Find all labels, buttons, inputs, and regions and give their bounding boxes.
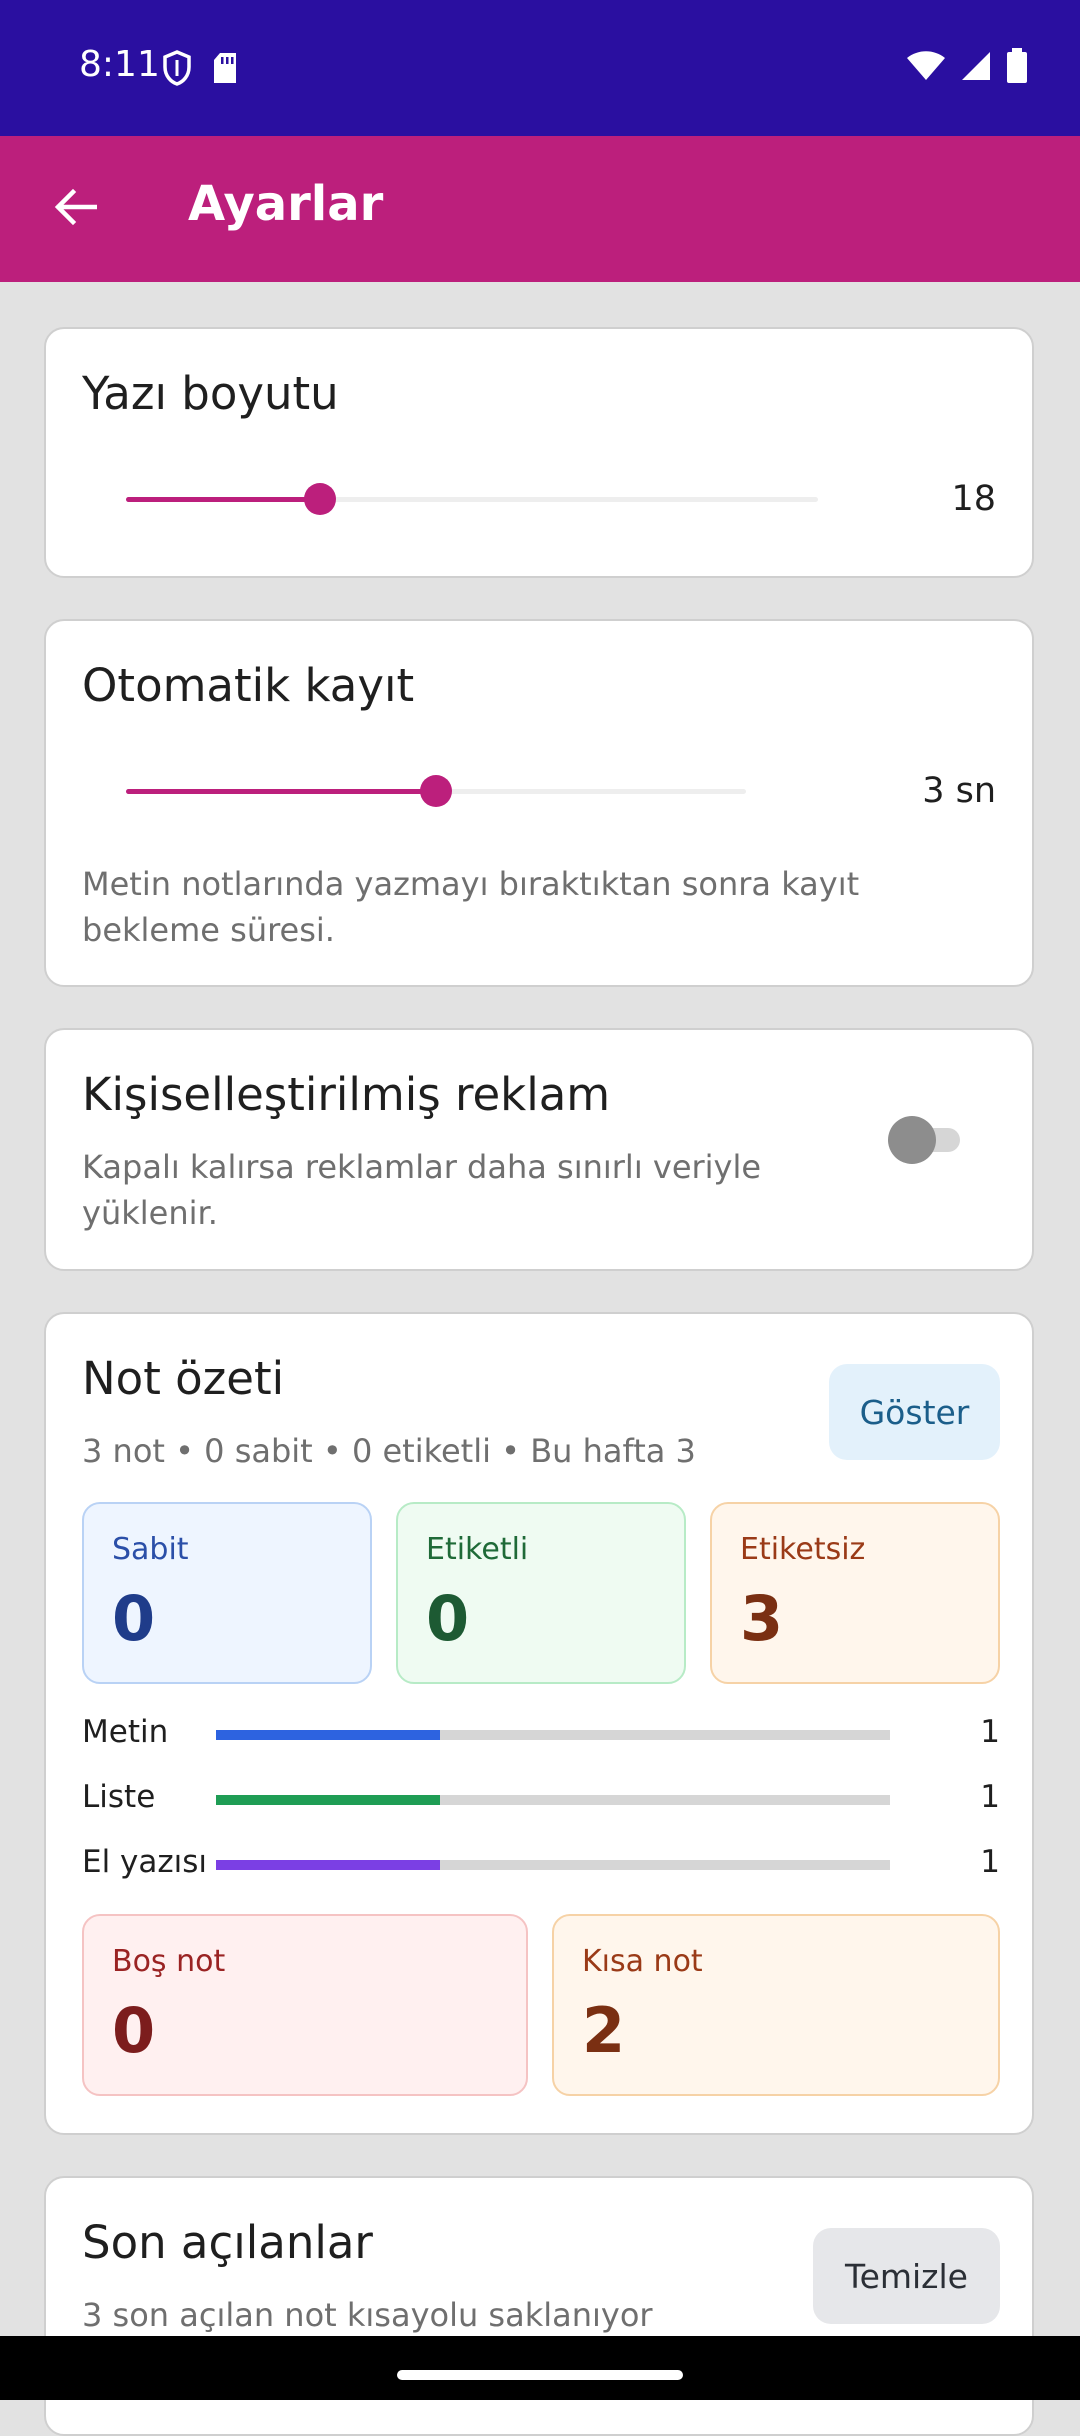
font-size-value: 18 — [951, 479, 996, 519]
stat-value: 0 — [112, 1994, 156, 2067]
autosave-help-text: Metin notlarında yazmayı bıraktıktan son… — [82, 865, 860, 949]
app-bar: Ayarlar — [0, 136, 1080, 282]
note-summary-subtitle: 3 not • 0 sabit • 0 etiketli • Bu hafta … — [82, 1432, 696, 1470]
bar-fill — [216, 1730, 441, 1740]
autosave-card: Otomatik kayıt 3 sn Metin notlarında yaz… — [44, 619, 1034, 987]
slider-thumb[interactable] — [303, 483, 336, 515]
sd-card-icon — [212, 52, 238, 88]
wifi-icon — [906, 50, 946, 86]
font-size-title: Yazı boyutu — [82, 367, 339, 420]
type-bar-text: Metin 1 — [82, 1714, 1000, 1754]
note-summary-title: Not özeti — [82, 1352, 285, 1405]
type-bar-list: Liste 1 — [82, 1779, 1000, 1819]
stat-label: Boş not — [112, 1944, 226, 1979]
stat-value: 3 — [740, 1582, 784, 1655]
personalized-ads-help-text: Kapalı kalırsa reklamlar daha sınırlı ve… — [82, 1148, 762, 1232]
bar-count: 1 — [980, 1779, 1000, 1815]
arrow-back-icon — [53, 187, 98, 231]
toggle-thumb — [888, 1116, 936, 1164]
bar-label: El yazısı — [82, 1844, 208, 1880]
slider-fill — [126, 789, 436, 794]
stat-value: 0 — [112, 1582, 156, 1655]
stat-value: 2 — [582, 1994, 626, 2067]
autosave-title: Otomatik kayıt — [82, 659, 415, 712]
slider-fill — [126, 497, 320, 502]
stat-label: Sabit — [112, 1532, 189, 1567]
tagged-stat: Etiketli 0 — [396, 1502, 686, 1684]
bar-count: 1 — [980, 1844, 1000, 1880]
bar-label: Liste — [82, 1779, 156, 1815]
cell-signal-icon — [960, 50, 992, 86]
untagged-stat: Etiketsiz 3 — [710, 1502, 1000, 1684]
personalized-ads-title: Kişiselleştirilmiş reklam — [82, 1068, 611, 1121]
show-button[interactable]: Göster — [829, 1364, 1000, 1460]
font-size-slider[interactable] — [126, 483, 818, 515]
bar-fill — [216, 1795, 441, 1805]
status-bar: 8:11 — [0, 0, 1080, 136]
shield-icon — [162, 50, 192, 90]
back-button[interactable] — [40, 174, 110, 244]
bar-count: 1 — [980, 1714, 1000, 1750]
personalized-ads-card: Kişiselleştirilmiş reklam Kapalı kalırsa… — [44, 1028, 1034, 1271]
type-bar-handwriting: El yazısı 1 — [82, 1844, 1000, 1884]
note-summary-card: Not özeti 3 not • 0 sabit • 0 etiketli •… — [44, 1312, 1034, 2135]
status-time: 8:11 — [79, 44, 160, 85]
personalized-ads-toggle[interactable] — [888, 1116, 966, 1164]
bar-fill — [216, 1860, 441, 1870]
autosave-slider[interactable] — [126, 775, 746, 807]
stat-value: 0 — [426, 1582, 470, 1655]
empty-note-stat: Boş not 0 — [82, 1914, 528, 2096]
stat-label: Kısa not — [582, 1944, 703, 1979]
short-note-stat: Kısa not 2 — [552, 1914, 1000, 2096]
slider-thumb[interactable] — [420, 775, 452, 807]
stat-label: Etiketsiz — [740, 1532, 866, 1567]
clear-button[interactable]: Temizle — [813, 2228, 1000, 2324]
home-gesture-handle[interactable] — [397, 2370, 683, 2380]
recently-opened-subtitle: 3 son açılan not kısayolu saklanıyor — [82, 2296, 653, 2334]
font-size-card: Yazı boyutu 18 — [44, 327, 1034, 578]
recently-opened-title: Son açılanlar — [82, 2216, 373, 2269]
battery-icon — [1006, 48, 1028, 88]
autosave-value: 3 sn — [922, 771, 996, 811]
bar-label: Metin — [82, 1714, 169, 1750]
pinned-stat: Sabit 0 — [82, 1502, 372, 1684]
page-title: Ayarlar — [188, 176, 384, 232]
stat-label: Etiketli — [426, 1532, 529, 1567]
navigation-bar — [0, 2336, 1080, 2400]
